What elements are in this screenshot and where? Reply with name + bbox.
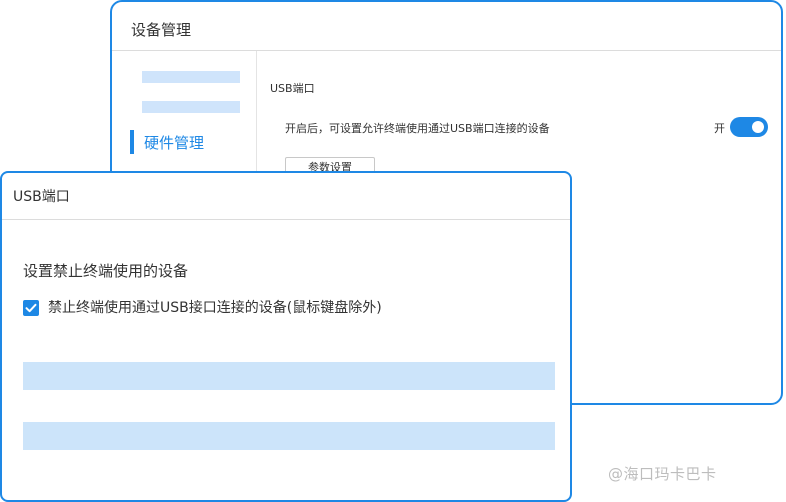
- dialog-titlebar: USB端口: [2, 173, 570, 220]
- toggle-state-label: 开: [714, 122, 725, 135]
- block-usb-devices-checkbox[interactable]: [23, 300, 39, 316]
- toggle-knob: [752, 121, 764, 133]
- window-title: 设备管理: [131, 21, 192, 39]
- sidebar-active-indicator: [130, 130, 134, 154]
- dialog-title: USB端口: [13, 189, 70, 205]
- sidebar-item-hardware-management[interactable]: 硬件管理: [144, 134, 204, 152]
- usb-port-description: 开启后，可设置允许终端使用通过USB端口连接的设备: [285, 122, 550, 135]
- block-usb-devices-label[interactable]: 禁止终端使用通过USB接口连接的设备(鼠标键盘除外): [48, 299, 382, 317]
- watermark: @海口玛卡巴卡: [608, 465, 717, 483]
- sidebar-item-placeholder[interactable]: [142, 71, 240, 83]
- sidebar-item-placeholder[interactable]: [142, 101, 240, 113]
- blocked-devices-heading: 设置禁止终端使用的设备: [23, 262, 189, 280]
- usb-port-section-title: USB端口: [270, 82, 315, 95]
- usb-port-toggle[interactable]: [730, 117, 768, 137]
- option-placeholder[interactable]: [23, 422, 555, 450]
- usb-port-dialog: USB端口 设置禁止终端使用的设备 禁止终端使用通过USB接口连接的设备(鼠标键…: [0, 171, 572, 502]
- window-titlebar: 设备管理: [112, 2, 781, 51]
- check-icon: [25, 303, 37, 313]
- option-placeholder[interactable]: [23, 362, 555, 390]
